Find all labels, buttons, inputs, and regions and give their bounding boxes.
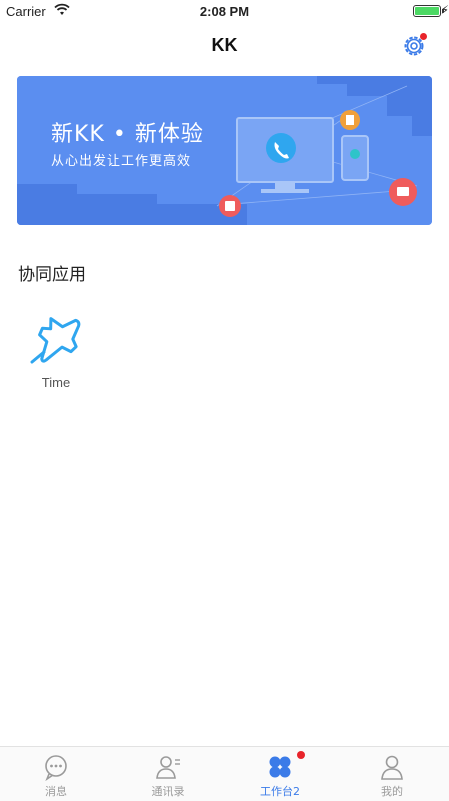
tab-contacts[interactable]: 通讯录 — [112, 747, 224, 801]
contacts-icon — [156, 756, 180, 779]
pushpin-icon — [30, 317, 81, 364]
navigation-bar: KK — [0, 24, 449, 68]
notification-dot — [420, 33, 427, 40]
tab-label: 通讯录 — [151, 785, 185, 798]
tab-bar: 消息 通讯录 工作台2 我的 — [0, 746, 449, 801]
tab-workbench[interactable]: 工作台2 — [224, 747, 336, 801]
app-tile-time[interactable]: Time — [20, 300, 92, 396]
banner-subtitle: 从心出发让工作更高效 — [51, 154, 192, 169]
app-label: Time — [41, 375, 71, 390]
battery-icon — [413, 5, 444, 17]
section-title: 协同应用 — [18, 265, 86, 285]
profile-icon — [381, 755, 403, 780]
tab-label: 消息 — [45, 785, 67, 798]
charging-icon: ⚡ — [440, 3, 449, 17]
tab-label: 工作台2 — [260, 785, 300, 798]
settings-button[interactable] — [400, 32, 428, 60]
status-bar: Carrier 2:08 PM ⚡ — [0, 0, 449, 24]
workbench-icon — [269, 756, 291, 778]
banner-title: 新KK • 新体验 — [51, 122, 204, 147]
status-time: 2:08 PM — [199, 4, 250, 19]
tab-profile[interactable]: 我的 — [336, 747, 448, 801]
tab-messages[interactable]: 消息 — [0, 747, 112, 801]
chat-icon — [45, 755, 67, 781]
tab-label: 我的 — [381, 785, 403, 798]
promo-banner[interactable]: 新KK • 新体验 从心出发让工作更高效 — [17, 76, 432, 225]
page-title: KK — [211, 35, 238, 55]
tab-badge — [297, 751, 305, 759]
